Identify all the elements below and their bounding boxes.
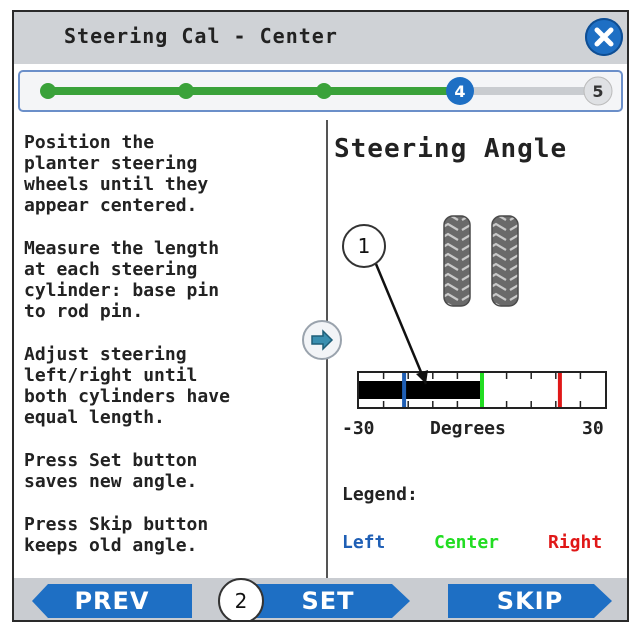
step-last-label: 5 [592,82,603,101]
bottom-nav-bar: PREV SET SKIP [14,578,627,620]
arrow-right-icon [311,329,334,351]
step-current-label: 4 [454,82,465,101]
set-button[interactable]: SET [246,584,410,618]
prev-label: PREV [74,587,150,615]
scale-min-label: -30 [342,418,375,439]
center-marker [480,373,484,407]
right-marker [557,373,562,407]
scale-max-label: 30 [582,418,604,439]
close-button[interactable] [585,18,623,56]
prev-button[interactable]: PREV [32,584,192,618]
callout-two: 2 [218,578,264,620]
callout-one: 1 [342,224,386,268]
scale-unit-label: Degrees [430,418,506,439]
title-bar: Steering Cal - Center [14,12,627,64]
next-arrow-button[interactable] [302,320,342,360]
instructions-panel: Position the planter steering wheels unt… [14,120,326,578]
instruction-set: Press Set button saves new angle. [24,450,198,492]
instruction-adjust: Adjust steering left/right until both cy… [24,344,230,428]
step-dot-1 [40,83,56,99]
steering-angle-title: Steering Angle [334,134,568,164]
skip-button[interactable]: SKIP [448,584,612,618]
instruction-skip: Press Skip button keeps old angle. [24,514,209,556]
step-dot-2 [178,83,194,99]
skip-label: SKIP [496,587,564,615]
legend-label: Legend: [342,484,418,505]
set-label: SET [301,587,355,615]
close-icon [594,27,614,47]
step-dot-3 [316,83,332,99]
instruction-position: Position the planter steering wheels unt… [24,132,209,216]
angle-bar-fill [359,381,482,399]
instruction-measure: Measure the length at each steering cyli… [24,238,220,322]
steering-angle-bar [357,371,607,409]
left-marker [402,373,407,407]
steering-cal-dialog: Steering Cal - Center 4 5 Position the p… [12,10,629,622]
legend-right: Right [548,532,603,553]
dialog-title: Steering Cal - Center [64,24,338,48]
steering-panel: Steering Angle -30 Degrees 30 Legend: Le… [328,120,627,578]
step-progress: 4 5 [18,70,623,112]
legend-center: Center [434,532,500,553]
legend-left: Left [342,532,386,553]
tires-icon [443,215,519,307]
